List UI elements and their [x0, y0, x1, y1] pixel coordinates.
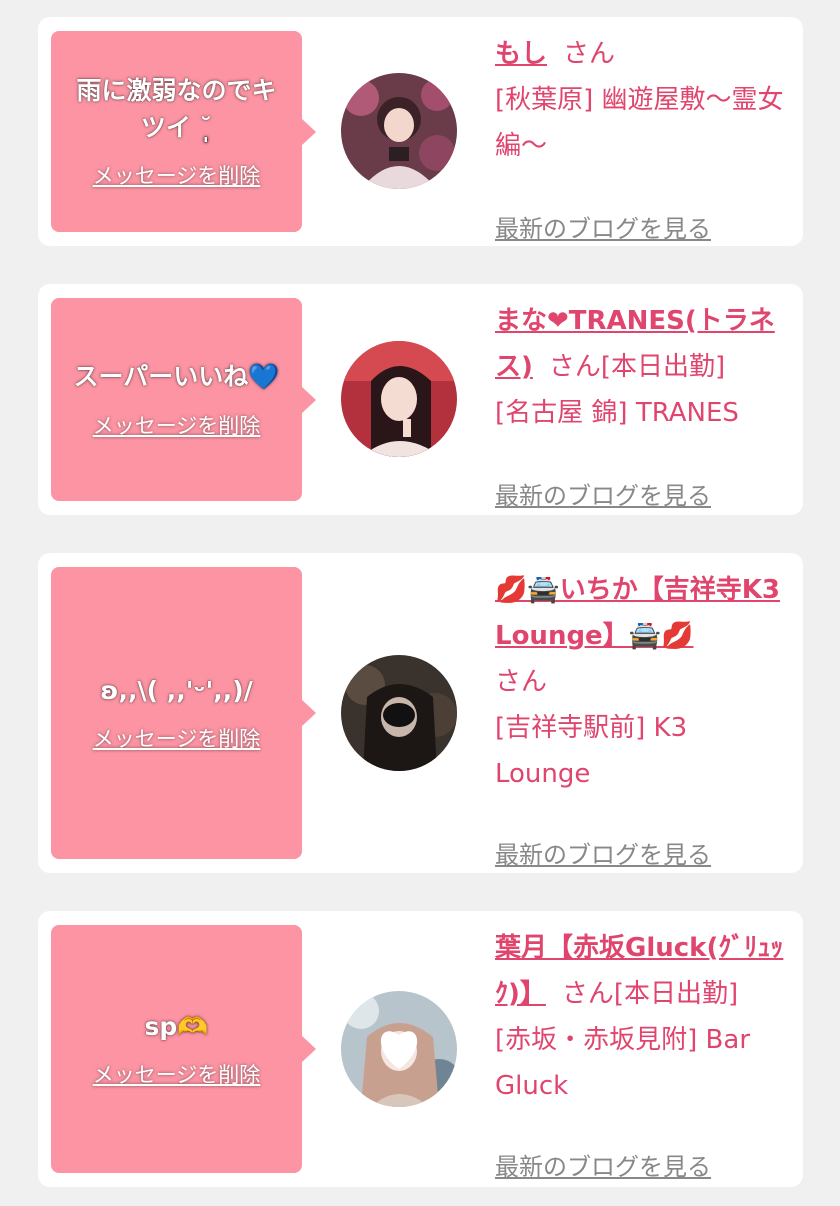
- message-bubble: 雨に激弱なのでキツイ ˘̩̩̩ メッセージを削除: [51, 31, 316, 232]
- avatar[interactable]: [341, 991, 457, 1107]
- honorific: さん: [548, 352, 601, 382]
- honorific: さん: [561, 979, 614, 1009]
- shop-name: [名古屋 錦] TRANES: [495, 398, 739, 428]
- message-list: 雨に激弱なのでキツイ ˘̩̩̩ メッセージを削除 もし さん [秋葉原] 幽遊屋敷…: [0, 0, 840, 1206]
- message-card: sp🫶 メッセージを削除 葉月【赤坂Gluck(ｸﾞﾘｭｯｸ)】 さん[本日出勤]…: [38, 911, 803, 1187]
- sender-info: 葉月【赤坂Gluck(ｸﾞﾘｭｯｸ)】 さん[本日出勤] [赤坂・赤坂見附] Ba…: [495, 925, 785, 1181]
- avatar-photo-icon: [341, 991, 457, 1107]
- message-bubble: ʚ,,\( ,,'ᵕ',,)/ メッセージを削除: [51, 567, 316, 859]
- message-bubble: スーパーいいね💙 メッセージを削除: [51, 298, 316, 501]
- avatar-photo-icon: [341, 655, 457, 771]
- latest-blog-link[interactable]: 最新のブログを見る: [495, 1147, 711, 1182]
- delete-message-link[interactable]: メッセージを削除: [93, 723, 261, 753]
- message-text: sp🫶: [144, 1011, 209, 1041]
- status-badge: [本日出勤]: [613, 979, 739, 1009]
- message-card: ʚ,,\( ,,'ᵕ',,)/ メッセージを削除 💋🚔いちか【吉祥寺K3 Lou…: [38, 553, 803, 873]
- avatar-photo-icon: [341, 73, 457, 189]
- sender-name-link[interactable]: 💋🚔いちか【吉祥寺K3 Lounge】🚔💋: [495, 575, 780, 651]
- message-card: 雨に激弱なのでキツイ ˘̩̩̩ メッセージを削除 もし さん [秋葉原] 幽遊屋敷…: [38, 17, 803, 246]
- avatar-photo-icon: [341, 341, 457, 457]
- delete-message-link[interactable]: メッセージを削除: [93, 1059, 261, 1089]
- shop-name: [秋葉原] 幽遊屋敷〜霊女編〜: [495, 85, 784, 161]
- sender-info: まな❤TRANES(トラネス) さん[本日出勤] [名古屋 錦] TRANES 最…: [495, 298, 785, 510]
- message-text: ʚ,,\( ,,'ᵕ',,)/: [100, 675, 253, 705]
- message-text: 雨に激弱なのでキツイ ˘̩̩̩: [76, 76, 277, 142]
- latest-blog-link[interactable]: 最新のブログを見る: [495, 835, 711, 870]
- honorific: さん: [495, 667, 548, 697]
- message-card: スーパーいいね💙 メッセージを削除 まな❤TRANES(トラネス) さん[本日出勤…: [38, 284, 803, 515]
- message-text: スーパーいいね💙: [73, 362, 280, 392]
- latest-blog-link[interactable]: 最新のブログを見る: [495, 476, 711, 511]
- avatar[interactable]: [341, 655, 457, 771]
- honorific: さん: [563, 39, 616, 69]
- sender-info: 💋🚔いちか【吉祥寺K3 Lounge】🚔💋 さん [吉祥寺駅前] K3 Loung…: [495, 567, 785, 869]
- avatar[interactable]: [341, 341, 457, 457]
- shop-name: [吉祥寺駅前] K3 Lounge: [495, 713, 688, 789]
- status-badge: [本日出勤]: [600, 352, 726, 382]
- shop-name: [赤坂・赤坂見附] Bar Gluck: [495, 1025, 751, 1101]
- message-bubble: sp🫶 メッセージを削除: [51, 925, 316, 1173]
- avatar[interactable]: [341, 73, 457, 189]
- latest-blog-link[interactable]: 最新のブログを見る: [495, 209, 711, 244]
- sender-info: もし さん [秋葉原] 幽遊屋敷〜霊女編〜 最新のブログを見る: [495, 31, 785, 243]
- delete-message-link[interactable]: メッセージを削除: [93, 410, 261, 440]
- delete-message-link[interactable]: メッセージを削除: [93, 160, 261, 190]
- sender-name-link[interactable]: もし: [495, 39, 547, 69]
